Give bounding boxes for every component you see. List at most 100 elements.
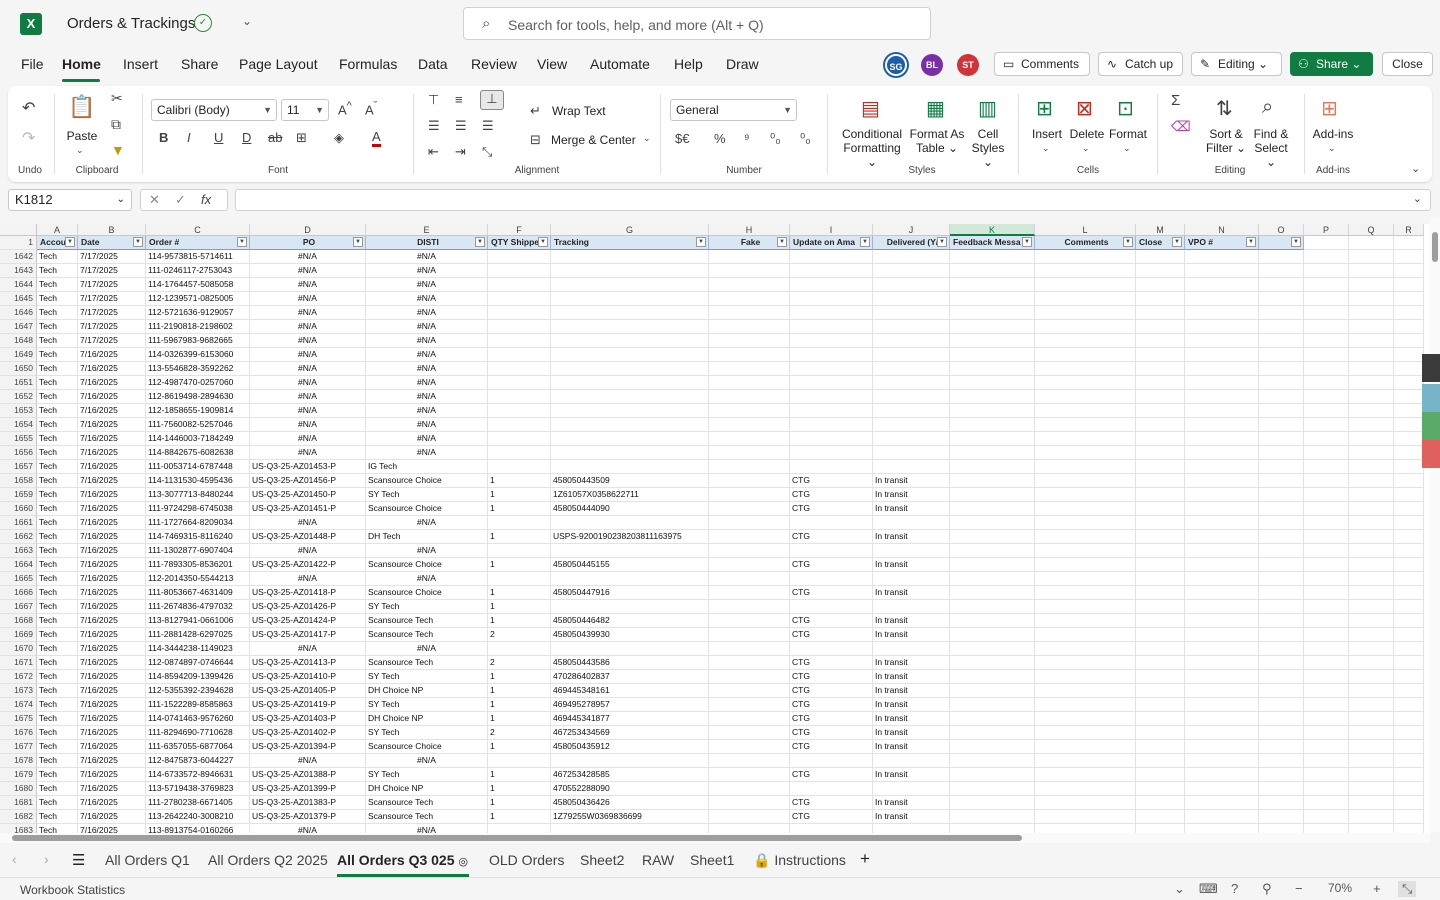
grid-cell[interactable]: US-Q3-25-AZ01410-P [250, 670, 366, 684]
grid-cell[interactable]: 111-1727664-8209034 [146, 516, 250, 530]
grid-cell[interactable]: Tech [37, 782, 78, 796]
grid-cell[interactable] [1259, 460, 1304, 474]
grid-cell[interactable] [1136, 516, 1185, 530]
grid-cell[interactable] [1185, 530, 1259, 544]
table-header-cell[interactable]: Delivered (Y/▼ [873, 236, 950, 250]
grid-cell[interactable] [1349, 348, 1394, 362]
grid-cell[interactable] [1304, 586, 1349, 600]
grid-cell[interactable]: CTG [790, 810, 873, 824]
cancel-icon[interactable]: ✕ [149, 192, 160, 208]
grid-cell[interactable] [1349, 642, 1394, 656]
grid-cell[interactable] [1394, 250, 1424, 264]
grid-cell[interactable] [488, 460, 551, 474]
grid-cell[interactable]: DH Choice NP [366, 782, 488, 796]
grid-cell[interactable] [551, 306, 709, 320]
chevron-down-icon[interactable]: ⌄ [242, 14, 252, 28]
filter-dropdown-icon[interactable]: ▼ [538, 237, 548, 247]
align-top-icon[interactable]: ⊤ [428, 92, 439, 108]
grid-cell[interactable] [551, 264, 709, 278]
grid-cell[interactable]: In transit [873, 558, 950, 572]
grid-cell[interactable] [790, 824, 873, 833]
grid-cell[interactable] [1259, 474, 1304, 488]
grid-cell[interactable]: Tech [37, 460, 78, 474]
row-header[interactable]: 1667 [0, 600, 37, 614]
grid-cell[interactable] [790, 446, 873, 460]
grid-cell[interactable] [1349, 810, 1394, 824]
filter-dropdown-icon[interactable]: ▼ [860, 237, 870, 247]
grid-cell[interactable] [1304, 656, 1349, 670]
grid-cell[interactable] [950, 460, 1035, 474]
grid-cell[interactable] [551, 600, 709, 614]
grid-cell[interactable] [950, 390, 1035, 404]
grid-cell[interactable] [790, 432, 873, 446]
row-header[interactable]: 1658 [0, 474, 37, 488]
grid-cell[interactable] [1394, 544, 1424, 558]
sheet-tab-q3[interactable]: All Orders Q3 025 ◎ [337, 852, 468, 868]
grid-cell[interactable] [1035, 474, 1136, 488]
grid-cell[interactable]: 113-5546828-3592262 [146, 362, 250, 376]
grid-cell[interactable] [488, 754, 551, 768]
grid-cell[interactable]: 7/16/2025 [78, 824, 146, 833]
grid-cell[interactable] [950, 474, 1035, 488]
grid-cell[interactable]: #N/A [366, 824, 488, 833]
grid-cell[interactable]: US-Q3-25-AZ01379-P [250, 810, 366, 824]
grid-cell[interactable] [551, 754, 709, 768]
grid-cell[interactable] [1394, 460, 1424, 474]
grid-cell[interactable]: 7/16/2025 [78, 432, 146, 446]
grid-cell[interactable]: Scansource Choice [366, 558, 488, 572]
font-size-select[interactable]: 11 ▼ [281, 99, 329, 121]
grid-cell[interactable] [1185, 544, 1259, 558]
format-cells-button[interactable]: Format [1108, 127, 1148, 141]
row-header[interactable]: 1647 [0, 320, 37, 334]
grid-cell[interactable] [1136, 754, 1185, 768]
grid-cell[interactable] [1185, 628, 1259, 642]
chevron-down-icon[interactable]: ⌄ [1174, 881, 1185, 897]
grid-cell[interactable] [1394, 796, 1424, 810]
add-ins-icon[interactable]: ⊞ [1321, 96, 1338, 121]
grid-cell[interactable] [1035, 614, 1136, 628]
grid-cell[interactable]: #N/A [366, 348, 488, 362]
grid-cell[interactable] [709, 698, 790, 712]
grid-cell[interactable]: 7/16/2025 [78, 782, 146, 796]
grid-cell[interactable]: In transit [873, 810, 950, 824]
grid-cell[interactable] [1349, 446, 1394, 460]
insert-cells-button[interactable]: Insert [1030, 127, 1064, 141]
grid-cell[interactable] [1394, 712, 1424, 726]
grid-cell[interactable] [1136, 502, 1185, 516]
grid-cell[interactable] [1394, 628, 1424, 642]
grid-cell[interactable] [1185, 586, 1259, 600]
grid-cell[interactable]: #N/A [250, 754, 366, 768]
grid-cell[interactable] [950, 740, 1035, 754]
grid-cell[interactable]: 114-1446003-7184249 [146, 432, 250, 446]
grid-cell[interactable] [1136, 334, 1185, 348]
grid-cell[interactable] [1136, 628, 1185, 642]
grid-cell[interactable] [790, 418, 873, 432]
grid-cell[interactable] [1394, 418, 1424, 432]
grid-cell[interactable]: 112-0874897-0746644 [146, 656, 250, 670]
grid-cell[interactable] [1259, 712, 1304, 726]
menu-insert[interactable]: Insert [123, 56, 158, 72]
grid-cell[interactable]: 1 [488, 684, 551, 698]
format-as-table-button[interactable]: Format As Table ⌄ [908, 127, 966, 155]
grid-cell[interactable] [873, 404, 950, 418]
grid-cell[interactable] [551, 348, 709, 362]
grid-cell[interactable] [1185, 684, 1259, 698]
menu-page-layout[interactable]: Page Layout [239, 56, 318, 72]
table-header-cell[interactable]: Date ▼ [78, 236, 146, 250]
grid-cell[interactable] [1035, 362, 1136, 376]
grid-cell[interactable] [1035, 306, 1136, 320]
grid-cell[interactable]: 113-8127941-0661006 [146, 614, 250, 628]
grid-cell[interactable]: 111-1522289-8585863 [146, 698, 250, 712]
grid-cell[interactable] [1136, 292, 1185, 306]
grid-cell[interactable] [1304, 824, 1349, 833]
grid-cell[interactable]: #N/A [250, 642, 366, 656]
grid-cell[interactable] [1259, 670, 1304, 684]
grid-cell[interactable] [1185, 712, 1259, 726]
grid-cell[interactable]: 469495278957 [551, 698, 709, 712]
grid-cell[interactable] [1304, 740, 1349, 754]
grid-cell[interactable]: 7/16/2025 [78, 460, 146, 474]
grid-cell[interactable] [950, 670, 1035, 684]
table-header-cell[interactable]: Tracking ▼ [551, 236, 709, 250]
grid-cell[interactable] [551, 292, 709, 306]
name-box[interactable]: K1812 ⌄ [8, 189, 132, 211]
